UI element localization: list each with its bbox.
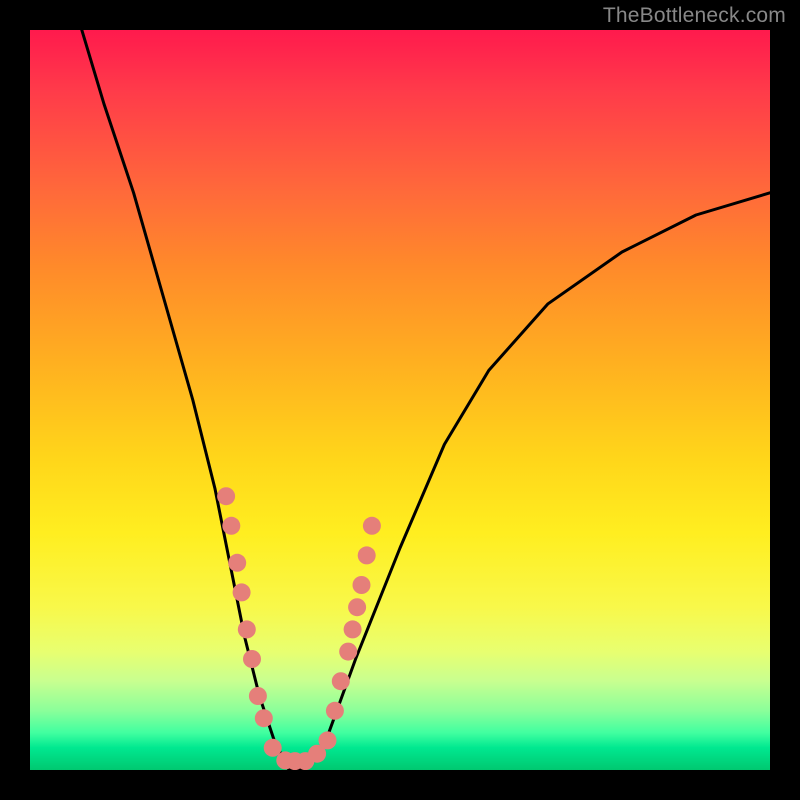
data-point xyxy=(344,620,362,638)
data-point xyxy=(238,620,256,638)
data-point xyxy=(249,687,267,705)
data-point xyxy=(332,672,350,690)
data-point xyxy=(326,702,344,720)
plot-area xyxy=(30,30,770,770)
data-point xyxy=(353,576,371,594)
chart-frame: TheBottleneck.com xyxy=(0,0,800,800)
data-point xyxy=(222,517,240,535)
data-point xyxy=(363,517,381,535)
data-point xyxy=(217,487,235,505)
watermark-text: TheBottleneck.com xyxy=(603,4,786,28)
data-point xyxy=(358,546,376,564)
data-point xyxy=(255,709,273,727)
data-point xyxy=(243,650,261,668)
bottleneck-curve xyxy=(82,30,770,770)
data-point xyxy=(319,731,337,749)
data-point xyxy=(348,598,366,616)
curve-layer xyxy=(30,30,770,770)
data-point xyxy=(228,554,246,572)
data-point xyxy=(339,643,357,661)
data-point xyxy=(233,583,251,601)
data-points xyxy=(217,487,381,770)
